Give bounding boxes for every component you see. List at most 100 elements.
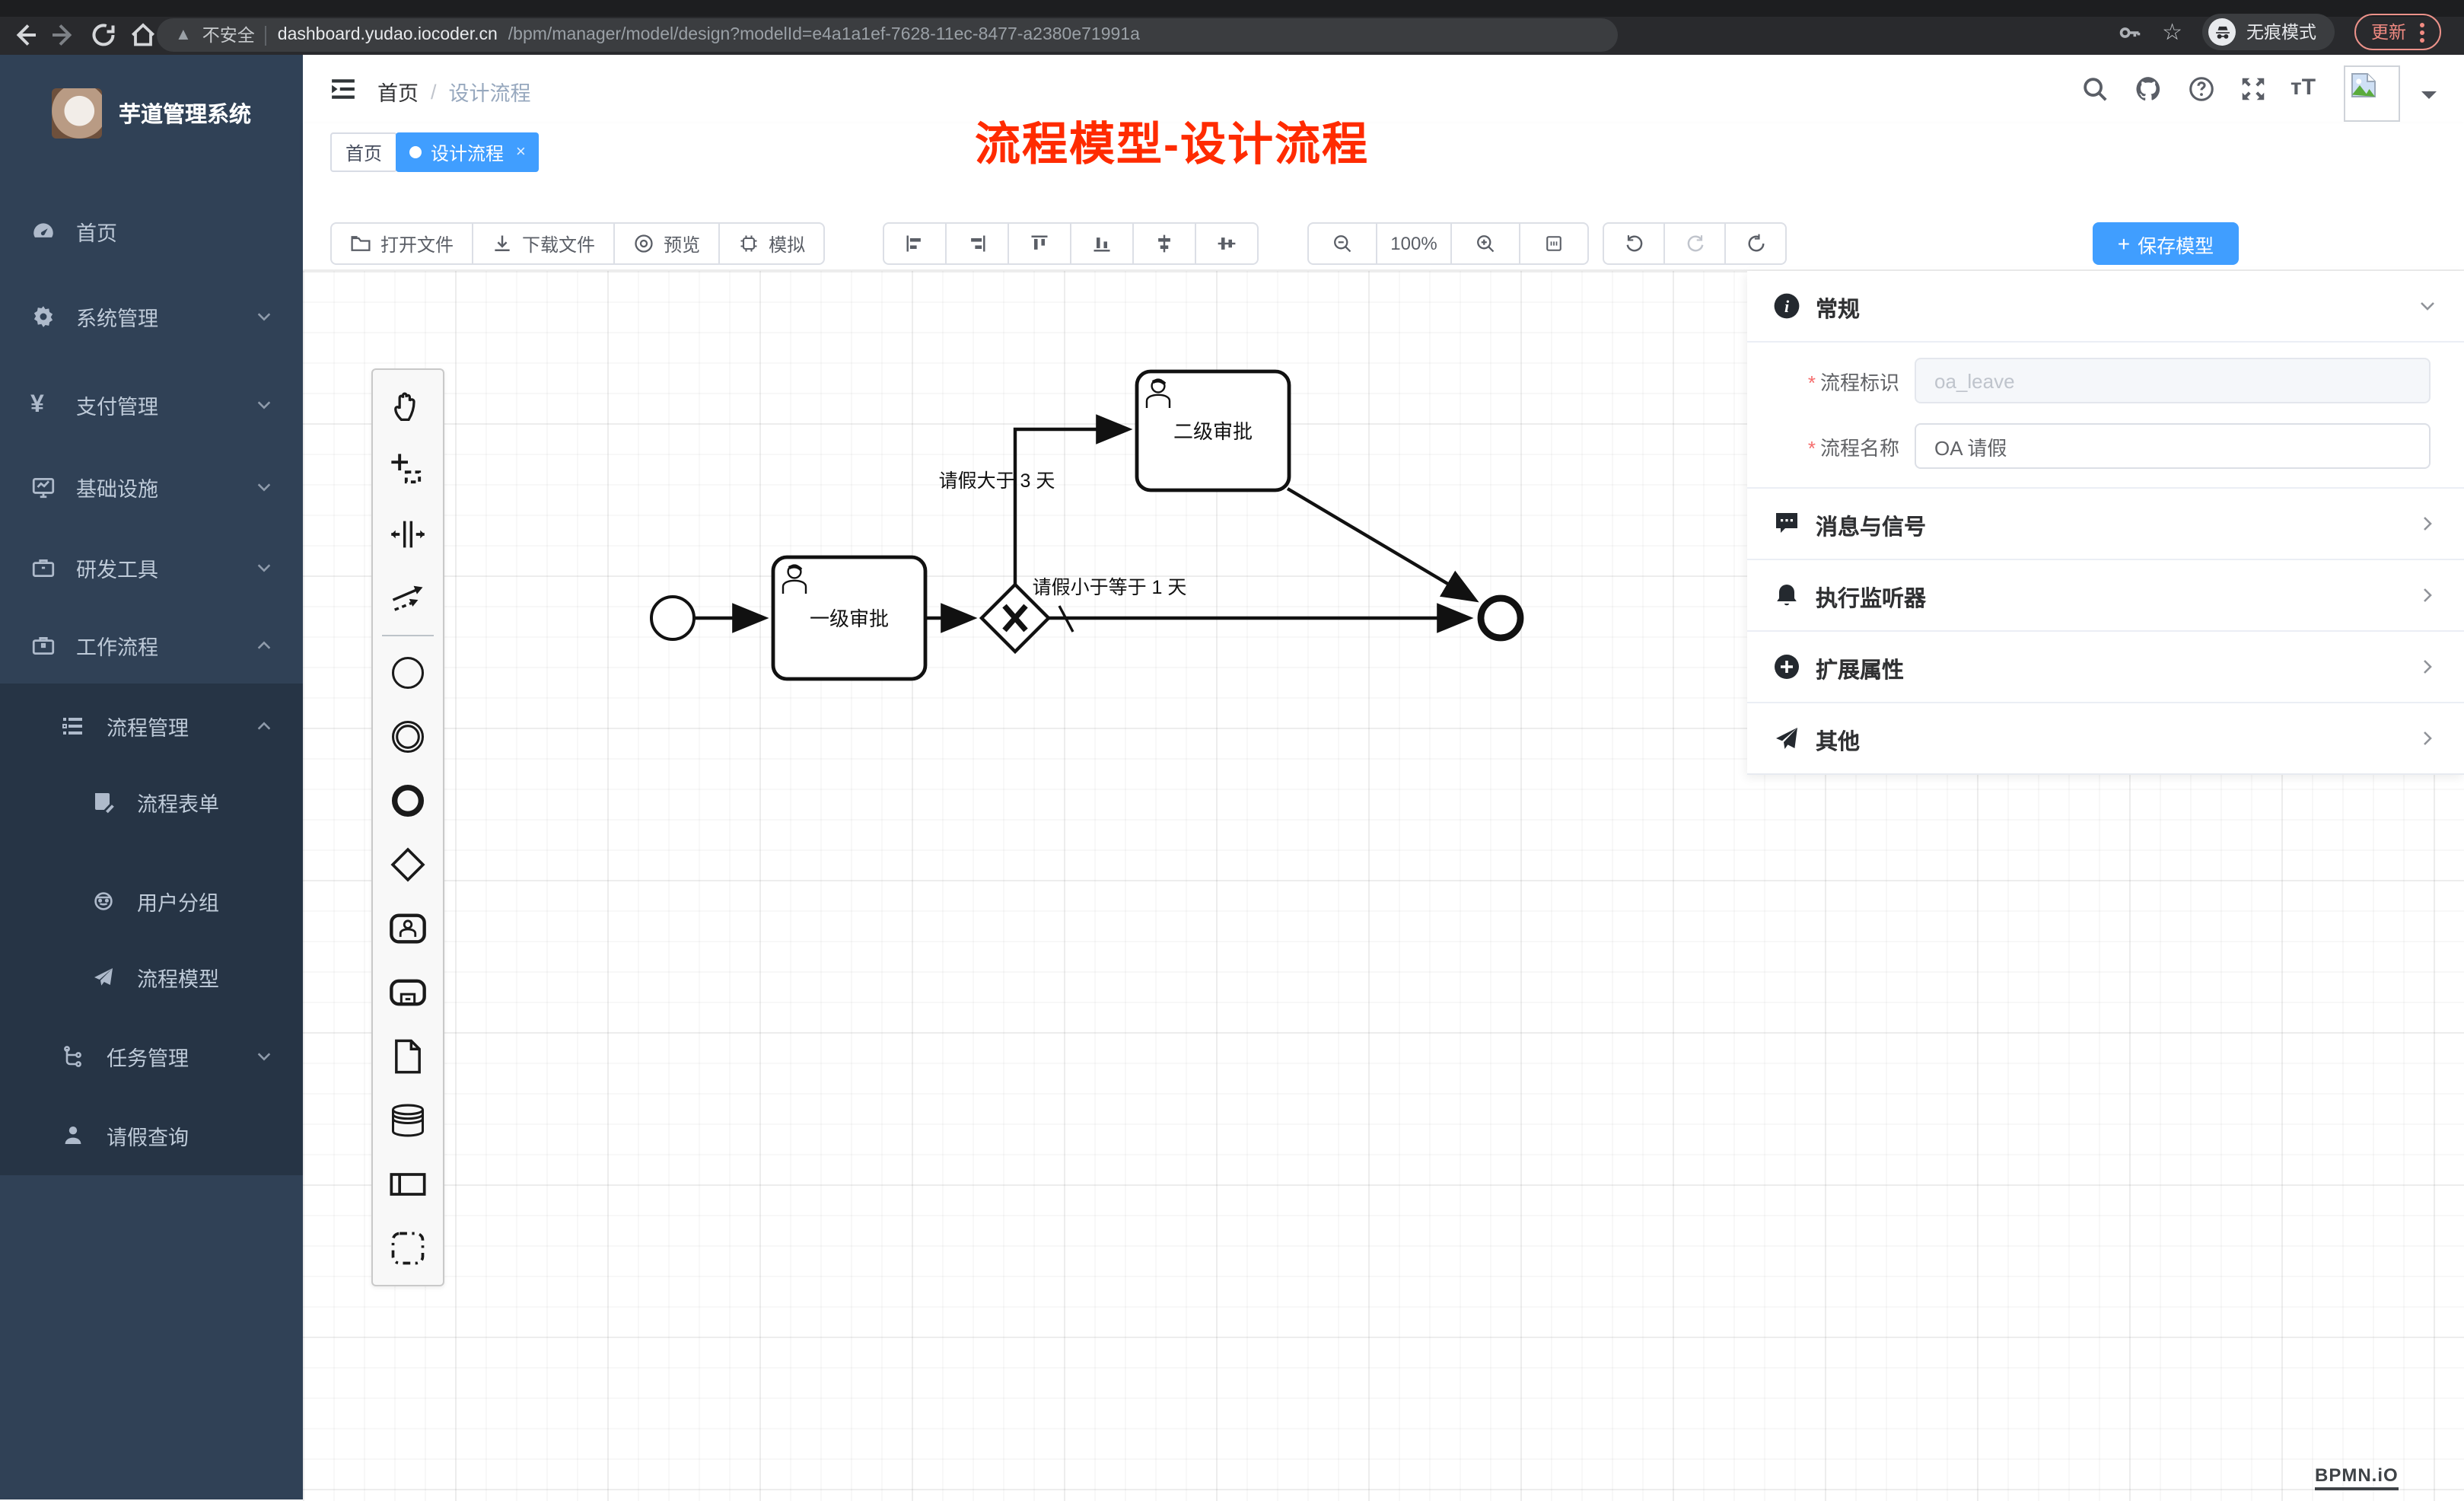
breadcrumb-home[interactable]: 首页 — [377, 76, 419, 107]
chevron-down-icon — [2418, 297, 2437, 315]
zoom-out-icon[interactable] — [1309, 224, 1376, 263]
task-first-approval[interactable]: 一级审批 — [773, 557, 925, 679]
sidebar-item-leave-query[interactable]: 请假查询 — [0, 1098, 303, 1174]
chevron-up-icon — [256, 637, 272, 654]
font-size-icon[interactable]: ᴛT — [2291, 75, 2316, 104]
sidebar-item-process-mgmt[interactable]: 流程管理 — [0, 688, 303, 764]
address-bar[interactable]: ▲ 不安全 dashboard.yudao.iocoder.cn/bpm/man… — [157, 18, 1618, 52]
required-mark: * — [1808, 371, 1816, 394]
zoom-in-icon[interactable] — [1450, 224, 1519, 263]
zoom-reset-icon[interactable] — [1519, 224, 1587, 263]
align-left-icon[interactable] — [884, 224, 945, 263]
sidebar-collapse-icon[interactable] — [330, 76, 356, 100]
browser-chrome: ▲ 不安全 dashboard.yudao.iocoder.cn/bpm/man… — [0, 0, 2464, 55]
zoom-level: 100% — [1376, 224, 1450, 263]
align-right-icon[interactable] — [945, 224, 1008, 263]
zoom-button-group: 100% — [1307, 222, 1589, 265]
flow-gateway-to-task2[interactable] — [1015, 429, 1128, 585]
avatar-caret-icon[interactable] — [2421, 91, 2437, 107]
folder-icon — [350, 233, 371, 254]
align-vertical-center-icon[interactable] — [1132, 224, 1195, 263]
incognito-icon — [2208, 18, 2236, 46]
sidebar-item-workflow[interactable]: 工作流程 — [0, 607, 303, 684]
sidebar-item-system[interactable]: 系统管理 — [0, 279, 303, 355]
paper-plane-icon — [91, 965, 116, 990]
chevron-right-icon — [2418, 658, 2437, 676]
url-path: /bpm/manager/model/design?modelId=e4a1a1… — [508, 26, 1140, 44]
send-icon — [1773, 725, 1800, 752]
bell-icon — [1773, 582, 1800, 609]
bookmark-star-icon[interactable]: ☆ — [2162, 18, 2182, 46]
download-icon — [492, 233, 513, 254]
app-title: 芋道管理系统 — [119, 97, 251, 129]
end-event[interactable] — [1481, 598, 1520, 638]
plus-icon: + — [2118, 231, 2130, 256]
sidebar-item-devtools[interactable]: 研发工具 — [0, 530, 303, 606]
panel-section-messages[interactable]: 消息与信号 — [1747, 489, 2464, 560]
update-label: 更新 — [2371, 20, 2406, 44]
help-icon[interactable] — [2187, 75, 2216, 104]
browser-forward-icon[interactable] — [49, 21, 79, 49]
browser-update-button[interactable]: 更新 — [2354, 14, 2441, 50]
tab-close-icon[interactable]: × — [516, 143, 526, 161]
not-secure-icon: ▲ — [175, 26, 192, 44]
panel-section-listeners[interactable]: 执行监听器 — [1747, 560, 2464, 632]
task-second-approval[interactable]: 二级审批 — [1137, 371, 1289, 490]
panel-section-ext-properties[interactable]: 扩展属性 — [1747, 632, 2464, 703]
fullscreen-icon[interactable] — [2239, 75, 2268, 104]
flow-label-le1[interactable]: 请假小于等于 1 天 — [1033, 577, 1187, 598]
sidebar-item-process-form[interactable]: 流程表单 — [0, 764, 303, 840]
undo-icon[interactable] — [1604, 224, 1663, 263]
avatar[interactable] — [2344, 65, 2400, 122]
browser-home-icon[interactable] — [128, 21, 158, 49]
restart-icon[interactable] — [1724, 224, 1785, 263]
bpmn-io-watermark[interactable]: BPMN.iO — [2315, 1464, 2399, 1490]
download-file-button[interactable]: 下载文件 — [472, 224, 613, 263]
sidebar-item-infra[interactable]: 基础设施 — [0, 449, 303, 525]
sidebar-item-task-mgmt[interactable]: 任务管理 — [0, 1018, 303, 1095]
url-separator — [266, 25, 267, 45]
sidebar-item-user-group[interactable]: 用户分组 — [0, 863, 303, 939]
monitor-icon — [30, 474, 56, 500]
bpmn-canvas[interactable]: 一级审批 二级审批 请假大于 3 天 请假小于等于 1 天 — [303, 269, 2464, 1501]
gear-icon — [30, 304, 56, 330]
sidebar-item-payment[interactable]: ¥ 支付管理 — [0, 367, 303, 443]
panel-section-other[interactable]: 其他 — [1747, 703, 2464, 773]
password-key-icon[interactable] — [2116, 19, 2142, 45]
github-icon[interactable] — [2134, 75, 2163, 104]
align-bottom-icon[interactable] — [1070, 224, 1132, 263]
redo-icon[interactable] — [1663, 224, 1724, 263]
sidebar-item-home[interactable]: 首页 — [0, 193, 303, 269]
browser-reload-icon[interactable] — [88, 21, 119, 49]
save-model-button[interactable]: + 保存模型 — [2093, 222, 2239, 265]
align-horizontal-center-icon[interactable] — [1195, 224, 1257, 263]
preview-button[interactable]: 预览 — [613, 224, 718, 263]
incognito-badge: 无痕模式 — [2202, 14, 2335, 50]
app-logo[interactable]: 芋道管理系统 — [0, 67, 303, 158]
browser-menu-icon[interactable] — [2420, 22, 2424, 42]
message-icon — [1773, 510, 1800, 537]
start-event[interactable] — [651, 597, 694, 639]
flow-task2-to-end[interactable] — [1288, 489, 1475, 600]
process-key-input[interactable] — [1915, 358, 2431, 403]
process-key-label: 流程标识 — [1820, 371, 1899, 394]
flow-label-gt3[interactable]: 请假大于 3 天 — [939, 470, 1055, 492]
simulate-button[interactable]: 模拟 — [718, 224, 823, 263]
tab-home[interactable]: 首页 — [330, 132, 397, 172]
chevron-up-icon — [256, 718, 272, 735]
panel-section-general[interactable]: i 常规 — [1747, 271, 2464, 343]
required-mark: * — [1808, 436, 1816, 459]
open-file-button[interactable]: 打开文件 — [332, 224, 472, 263]
chevron-down-icon — [256, 1048, 272, 1065]
chevron-down-icon — [256, 397, 272, 413]
search-icon[interactable] — [2080, 75, 2109, 104]
form-icon — [91, 790, 116, 814]
tab-design-process[interactable]: 设计流程 × — [396, 132, 540, 172]
sidebar-item-process-model[interactable]: 流程模型 — [0, 939, 303, 1015]
process-name-input[interactable] — [1915, 423, 2431, 469]
breadcrumb: 首页 / 设计流程 — [377, 76, 531, 107]
align-top-icon[interactable] — [1008, 224, 1070, 263]
user-group-icon — [91, 889, 116, 913]
browser-back-icon[interactable] — [9, 21, 40, 49]
briefcase-icon — [30, 633, 56, 658]
